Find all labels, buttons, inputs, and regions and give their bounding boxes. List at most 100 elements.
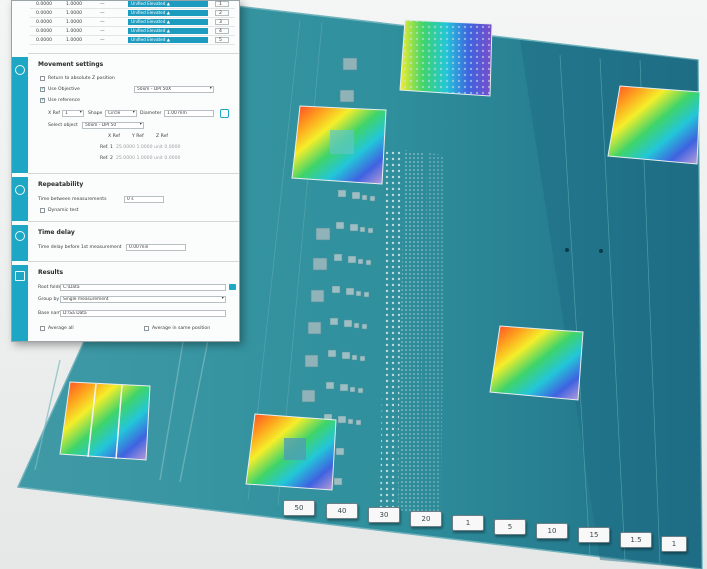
wafer-label: 1.5 (620, 532, 652, 548)
wafer-label: 15 (578, 527, 610, 543)
average-same-position-label: Average in same position (152, 326, 211, 331)
use-reference-label: Use reference (48, 98, 80, 103)
row-col-b: 1.0000 (66, 20, 83, 25)
use-reference-checkbox[interactable] (40, 97, 45, 103)
group-by-label: Group by (38, 297, 60, 302)
diameter-input[interactable]: 1.00 mm (164, 110, 214, 117)
shape-label: Shape (88, 111, 103, 116)
divider (28, 53, 239, 54)
time-between-label: Time between measurements (38, 197, 107, 202)
movement-icon (15, 65, 25, 75)
x-ref-label: X Ref (48, 111, 61, 116)
results-section-strip (12, 265, 28, 341)
average-same-position-checkbox[interactable] (144, 326, 149, 331)
time-between-input[interactable]: 0 s (124, 196, 164, 203)
measurement-tile-bottom-left (59, 381, 151, 461)
divider (28, 261, 239, 262)
dynamic-test-checkbox[interactable] (40, 208, 45, 213)
row-index-spinner[interactable]: 2 (215, 10, 229, 16)
ref1-label: Ref. 1 (100, 145, 113, 150)
average-all-label: Average all (48, 326, 74, 331)
row-index: 2 (219, 11, 222, 16)
row-col-b: 1.0000 (66, 38, 83, 43)
table-row[interactable]: 0.0000 1.0000 — Unified Elevated ▲ 1 (30, 1, 235, 9)
row-col-b: 1.0000 (66, 29, 83, 34)
wafer-label: 1 (452, 515, 484, 531)
ref2-label: Ref. 2 (100, 156, 113, 161)
row-index: 1 (219, 2, 222, 7)
row-col-c: — (100, 2, 105, 7)
row-index: 4 (219, 29, 222, 34)
time-delay-input[interactable]: 0.00 min (126, 244, 186, 251)
row-col-b: 1.0000 (66, 2, 83, 7)
objective-select[interactable]: 50xm - DPI 50X (134, 86, 214, 93)
measurement-tile-mid-right (489, 325, 584, 401)
row-col-a: 0.0000 (36, 29, 53, 34)
axis-x-header: X Ref (108, 134, 121, 139)
refresh-icon[interactable] (220, 109, 229, 118)
row-col-c: — (100, 20, 105, 25)
time-delay-label: Time delay before 1st measurement (38, 245, 122, 250)
table-row[interactable]: 0.0000 1.0000 — Unified Elevated ▲ 2 (30, 10, 235, 18)
time-delay-title: Time delay (38, 229, 75, 236)
divider (28, 221, 239, 222)
settings-panel: 0.0000 1.0000 — Unified Elevated ▲ 1 0.0… (11, 0, 240, 342)
row-mode-badge[interactable]: Unified Elevated ▲ (128, 28, 208, 34)
row-col-c: — (100, 29, 105, 34)
shape-select[interactable]: Circle (105, 110, 137, 117)
row-col-c: — (100, 38, 105, 43)
diameter-label: Diameter (140, 111, 162, 116)
ref1-values: 25.0000 1.0000 unit 0.0000 (116, 145, 181, 150)
row-index-spinner[interactable]: 4 (215, 28, 229, 34)
repeatability-section-strip (12, 177, 28, 221)
group-by-select[interactable]: Single measurement (60, 296, 226, 303)
row-index-spinner[interactable]: 1 (215, 1, 229, 7)
divider (28, 173, 239, 174)
row-col-a: 0.0000 (36, 38, 53, 43)
row-mode-badge[interactable]: Unified Elevated ▲ (128, 19, 208, 25)
row-col-c: — (100, 11, 105, 16)
return-z-checkbox[interactable] (40, 76, 45, 81)
document-icon (15, 271, 25, 281)
repeatability-title: Repeatability (38, 181, 84, 188)
folder-icon[interactable] (229, 284, 236, 290)
row-col-a: 0.0000 (36, 20, 53, 25)
select-object-select[interactable]: 50xm - DPI 50 (82, 122, 144, 129)
row-index: 3 (219, 20, 222, 25)
wafer-label: 40 (326, 503, 358, 519)
wafer-label: 10 (536, 523, 568, 539)
row-index-spinner[interactable]: 5 (215, 37, 229, 43)
table-row[interactable]: 0.0000 1.0000 — Unified Elevated ▲ 5 (30, 37, 235, 45)
select-object-label: Select object (48, 123, 78, 128)
row-col-a: 0.0000 (36, 11, 53, 16)
table-row[interactable]: 0.0000 1.0000 — Unified Elevated ▲ 3 (30, 19, 235, 27)
measurement-tile-top (399, 19, 493, 97)
measurement-tile-upper-left (291, 105, 387, 185)
dynamic-test-label: Dynamic test (48, 208, 79, 213)
repeat-icon (15, 185, 25, 195)
axis-z-header: Z Ref (156, 134, 169, 139)
average-all-checkbox[interactable] (40, 326, 45, 331)
x-ref-select[interactable]: 1 (62, 110, 84, 117)
row-mode-badge[interactable]: Unified Elevated ▲ (128, 37, 208, 43)
row-col-a: 0.0000 (36, 2, 53, 7)
table-row[interactable]: 0.0000 1.0000 — Unified Elevated ▲ 4 (30, 28, 235, 36)
use-objective-checkbox[interactable] (40, 86, 45, 92)
row-index: 5 (219, 38, 222, 43)
row-index-spinner[interactable]: 3 (215, 19, 229, 25)
results-title: Results (38, 269, 64, 276)
ref2-values: 25.0000 1.0000 unit 0.0000 (116, 156, 181, 161)
wafer-label: 1 (661, 536, 687, 552)
wafer-label: 5 (494, 519, 526, 535)
root-folder-input[interactable]: C:\Data (60, 284, 226, 291)
movement-settings-title: Movement settings (38, 61, 104, 68)
time-delay-section-strip (12, 225, 28, 261)
measurement-tile-bottom-center (245, 413, 337, 491)
row-mode-badge[interactable]: Unified Elevated ▲ (128, 1, 208, 7)
movement-section-strip (12, 57, 28, 173)
axis-y-header: Y Ref (132, 134, 144, 139)
measurement-tile-right (607, 85, 701, 165)
row-mode-badge[interactable]: Unified Elevated ▲ (128, 10, 208, 16)
base-name-input[interactable]: D:\Sa Data (60, 310, 226, 317)
wafer-label: 20 (410, 511, 442, 527)
